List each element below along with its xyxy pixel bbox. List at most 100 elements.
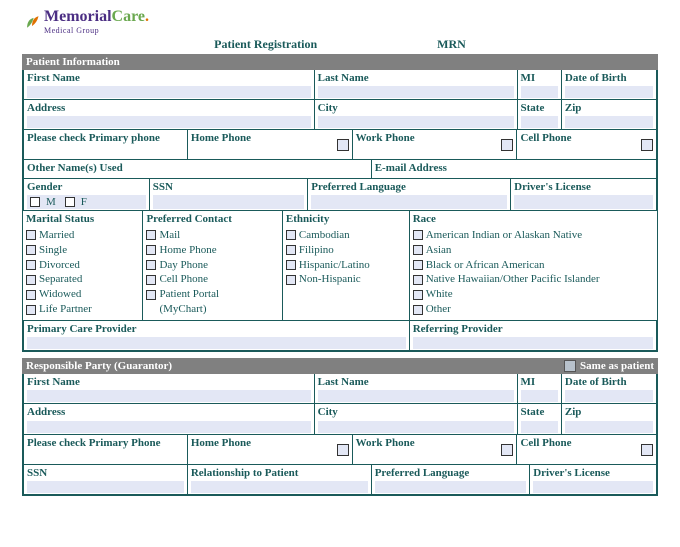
g-ssn-label: SSN xyxy=(27,467,184,480)
contact-option-label: Home Phone xyxy=(159,243,216,258)
home-phone-label: Home Phone xyxy=(191,132,337,145)
contact-checkbox[interactable] xyxy=(146,260,156,270)
marital-checkbox[interactable] xyxy=(26,230,36,240)
city-input[interactable] xyxy=(318,116,514,128)
contact-option-label: Mail xyxy=(159,228,180,243)
pref-lang-label: Preferred Language xyxy=(311,181,507,194)
g-home-phone-checkbox[interactable] xyxy=(337,444,349,456)
marital-label: Marital Status xyxy=(26,213,94,225)
g-rel-label: Relationship to Patient xyxy=(191,467,368,480)
guarantor-title: Responsible Party (Guarantor) xyxy=(26,360,172,372)
logo-brand-right: Care xyxy=(112,8,145,25)
g-pref-lang-label: Preferred Language xyxy=(375,467,527,480)
race-checkbox[interactable] xyxy=(413,275,423,285)
address-input[interactable] xyxy=(27,116,311,128)
dl-input[interactable] xyxy=(514,195,653,209)
mi-input[interactable] xyxy=(521,86,558,98)
same-as-patient-label: Same as patient xyxy=(580,360,654,372)
page-title: Patient Registration xyxy=(214,37,317,52)
primary-phone-label: Please check Primary phone xyxy=(27,132,184,145)
last-name-label: Last Name xyxy=(318,72,514,85)
g-last-name-label: Last Name xyxy=(318,376,514,389)
zip-input[interactable] xyxy=(565,116,653,128)
ethnicity-checkbox[interactable] xyxy=(286,245,296,255)
zip-label: Zip xyxy=(565,102,653,115)
logo-subtext: Medical Group xyxy=(44,26,149,35)
gender-m-checkbox[interactable] xyxy=(30,197,40,207)
contact-option-label: Day Phone xyxy=(159,258,208,273)
contact-checkbox[interactable] xyxy=(146,275,156,285)
race-checkbox[interactable] xyxy=(413,245,423,255)
g-first-name-label: First Name xyxy=(27,376,311,389)
race-checkbox[interactable] xyxy=(413,260,423,270)
g-state-input[interactable] xyxy=(521,421,558,433)
state-input[interactable] xyxy=(521,116,558,128)
gender-f-checkbox[interactable] xyxy=(65,197,75,207)
g-address-input[interactable] xyxy=(27,421,311,433)
pref-contact-label: Preferred Contact xyxy=(146,213,231,225)
g-dob-input[interactable] xyxy=(565,390,653,402)
g-last-name-input[interactable] xyxy=(318,390,514,402)
first-name-input[interactable] xyxy=(27,86,311,98)
work-phone-checkbox[interactable] xyxy=(501,139,513,151)
state-label: State xyxy=(521,102,558,115)
g-zip-label: Zip xyxy=(565,406,653,419)
ethnicity-label: Ethnicity xyxy=(286,213,329,225)
last-name-input[interactable] xyxy=(318,86,514,98)
mrn-label: MRN xyxy=(437,37,466,52)
ethnicity-checkbox[interactable] xyxy=(286,260,296,270)
g-pref-lang-input[interactable] xyxy=(375,481,527,493)
pref-lang-input[interactable] xyxy=(311,195,507,209)
race-checkbox[interactable] xyxy=(413,230,423,240)
pcp-input[interactable] xyxy=(27,337,406,349)
ethnicity-checkbox[interactable] xyxy=(286,275,296,285)
race-checkbox[interactable] xyxy=(413,290,423,300)
contact-checkbox[interactable] xyxy=(146,290,156,300)
cell-phone-label: Cell Phone xyxy=(520,132,640,145)
race-option-label: Asian xyxy=(426,243,452,258)
marital-checkbox[interactable] xyxy=(26,275,36,285)
marital-checkbox[interactable] xyxy=(26,305,36,315)
g-first-name-input[interactable] xyxy=(27,390,311,402)
dob-label: Date of Birth xyxy=(565,72,653,85)
g-cell-phone-label: Cell Phone xyxy=(520,437,640,450)
marital-checkbox[interactable] xyxy=(26,290,36,300)
leaf-icon xyxy=(22,13,42,31)
g-primary-phone-label: Please check Primary Phone xyxy=(27,437,184,450)
home-phone-checkbox[interactable] xyxy=(337,139,349,151)
g-dob-label: Date of Birth xyxy=(565,376,653,389)
same-as-patient-checkbox[interactable] xyxy=(564,360,576,372)
g-dl-label: Driver's License xyxy=(533,467,653,480)
g-dl-input[interactable] xyxy=(533,481,653,493)
address-label: Address xyxy=(27,102,311,115)
dob-input[interactable] xyxy=(565,86,653,98)
contact-option-label: Cell Phone xyxy=(159,272,208,287)
ethnicity-checkbox[interactable] xyxy=(286,230,296,240)
cell-phone-checkbox[interactable] xyxy=(641,139,653,151)
g-city-input[interactable] xyxy=(318,421,514,433)
race-checkbox[interactable] xyxy=(413,305,423,315)
race-option-label: Other xyxy=(426,302,451,317)
g-mi-label: MI xyxy=(521,376,558,389)
g-address-label: Address xyxy=(27,406,311,419)
ethnicity-option-label: Filipino xyxy=(299,243,334,258)
contact-checkbox[interactable] xyxy=(146,245,156,255)
ref-prov-input[interactable] xyxy=(413,337,653,349)
g-cell-phone-checkbox[interactable] xyxy=(641,444,653,456)
g-rel-input[interactable] xyxy=(191,481,368,493)
marital-checkbox[interactable] xyxy=(26,260,36,270)
g-work-phone-checkbox[interactable] xyxy=(501,444,513,456)
work-phone-label: Work Phone xyxy=(356,132,502,145)
g-mi-input[interactable] xyxy=(521,390,558,402)
race-option-label: White xyxy=(426,287,453,302)
marital-checkbox[interactable] xyxy=(26,245,36,255)
marital-option-label: Separated xyxy=(39,272,82,287)
g-ssn-input[interactable] xyxy=(27,481,184,493)
ssn-input[interactable] xyxy=(153,195,305,209)
g-home-phone-label: Home Phone xyxy=(191,437,337,450)
contact-checkbox[interactable] xyxy=(146,230,156,240)
g-city-label: City xyxy=(318,406,514,419)
mi-label: MI xyxy=(521,72,558,85)
pcp-label: Primary Care Provider xyxy=(27,323,406,336)
g-zip-input[interactable] xyxy=(565,421,653,433)
